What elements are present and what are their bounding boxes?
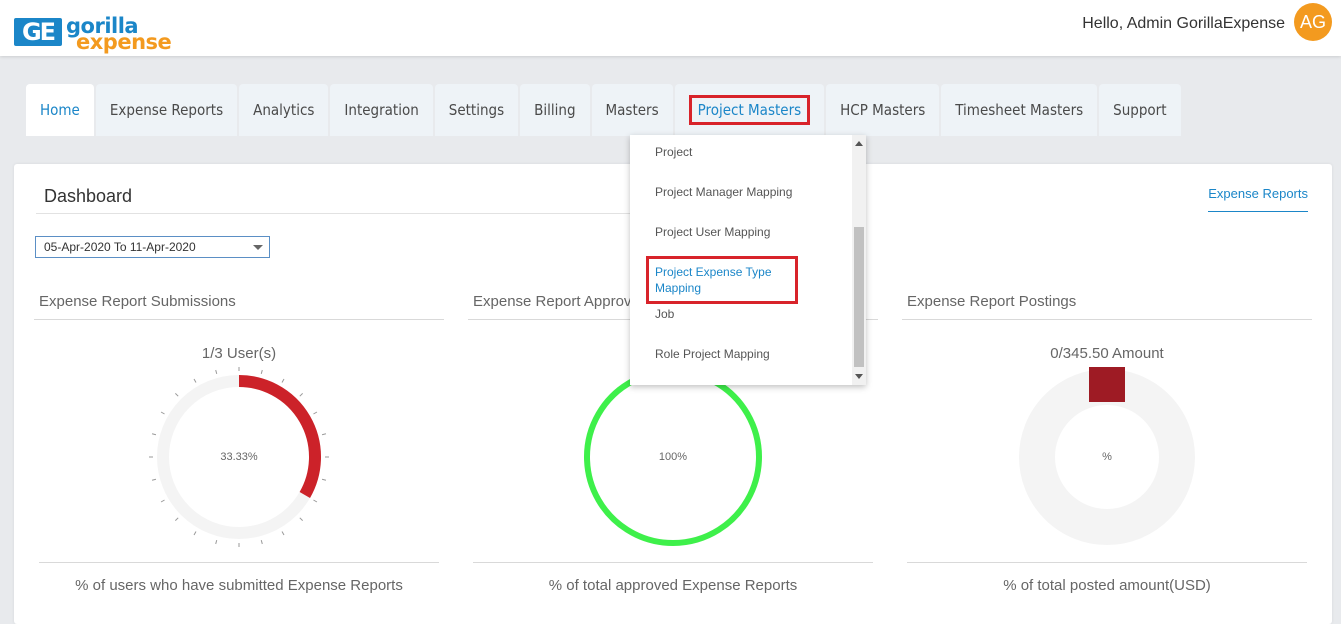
- expense-reports-link[interactable]: Expense Reports: [1208, 186, 1308, 212]
- postings-gauge: %: [1017, 367, 1197, 547]
- user-greeting: Hello, Admin GorillaExpense: [1082, 15, 1285, 32]
- dropdown-scrollbar[interactable]: [852, 135, 866, 385]
- card-title: Expense Report Postings: [907, 293, 1077, 310]
- scroll-down-arrow-icon[interactable]: [855, 374, 863, 379]
- tab-project-masters[interactable]: Project Masters: [674, 84, 825, 136]
- logo-text-bottom: expense: [76, 30, 172, 54]
- main-nav-tabs: Home Expense Reports Analytics Integrati…: [26, 84, 1183, 136]
- date-range-value: 05-Apr-2020 To 11-Apr-2020: [44, 240, 196, 254]
- card-footer: % of total posted amount(USD): [1003, 577, 1211, 594]
- approvals-gauge: 100%: [583, 367, 763, 547]
- chevron-down-icon: [253, 245, 263, 250]
- page-title: Dashboard: [44, 186, 133, 206]
- card-divider: [34, 319, 444, 320]
- card-footer: % of users who have submitted Expense Re…: [75, 577, 403, 594]
- card-footer-divider: [39, 562, 439, 563]
- card-subtitle: 0/345.50 Amount: [1050, 345, 1164, 362]
- card-divider: [902, 319, 1312, 320]
- menu-item-project-user-mapping[interactable]: Project User Mapping: [655, 224, 845, 240]
- menu-item-project-expense-type-mapping[interactable]: Project Expense Type Mapping: [655, 264, 795, 296]
- tab-support[interactable]: Support: [1099, 84, 1181, 136]
- user-avatar[interactable]: AG: [1294, 3, 1332, 41]
- card-footer: % of total approved Expense Reports: [548, 577, 798, 594]
- date-range-select[interactable]: 05-Apr-2020 To 11-Apr-2020: [35, 236, 270, 258]
- submissions-card: Expense Report Submissions 1/3 User(s) 3…: [34, 287, 444, 607]
- gauge-center-label: %: [1102, 451, 1112, 463]
- menu-item-project[interactable]: Project: [655, 144, 845, 160]
- postings-card: Expense Report Postings 0/345.50 Amount …: [902, 287, 1312, 607]
- submissions-gauge: 33.33%: [149, 367, 329, 547]
- card-subtitle: 1/3 User(s): [201, 345, 277, 362]
- tab-integration[interactable]: Integration: [330, 84, 433, 136]
- top-header: GE gorilla expense Hello, Admin GorillaE…: [0, 0, 1341, 56]
- title-divider: [36, 213, 648, 214]
- card-footer-divider: [907, 562, 1307, 563]
- tab-billing[interactable]: Billing: [520, 84, 590, 136]
- menu-item-project-manager-mapping[interactable]: Project Manager Mapping: [655, 184, 845, 200]
- tab-timesheet-masters[interactable]: Timesheet Masters: [941, 84, 1098, 136]
- scroll-thumb[interactable]: [854, 227, 864, 367]
- card-footer-divider: [473, 562, 873, 563]
- tab-settings[interactable]: Settings: [434, 84, 519, 136]
- project-masters-dropdown: Project Project Manager Mapping Project …: [630, 135, 866, 385]
- scroll-up-arrow-icon[interactable]: [855, 141, 863, 146]
- app-logo[interactable]: GE gorilla expense: [14, 14, 172, 56]
- tab-home[interactable]: Home: [26, 84, 94, 136]
- tab-expense-reports[interactable]: Expense Reports: [95, 84, 238, 136]
- tab-analytics[interactable]: Analytics: [239, 84, 329, 136]
- gauge-center-label: 33.33%: [220, 451, 258, 463]
- logo-mark: GE: [14, 18, 62, 46]
- menu-item-role-project-mapping[interactable]: Role Project Mapping: [655, 346, 845, 362]
- tab-project-masters-label: Project Masters: [688, 95, 811, 125]
- tab-hcp-masters[interactable]: HCP Masters: [826, 84, 940, 136]
- card-title: Expense Report Approvals: [473, 293, 651, 310]
- gauge-center-label: 100%: [658, 451, 688, 463]
- menu-item-job[interactable]: Job: [655, 306, 845, 322]
- card-title: Expense Report Submissions: [39, 293, 236, 310]
- tab-masters[interactable]: Masters: [591, 84, 673, 136]
